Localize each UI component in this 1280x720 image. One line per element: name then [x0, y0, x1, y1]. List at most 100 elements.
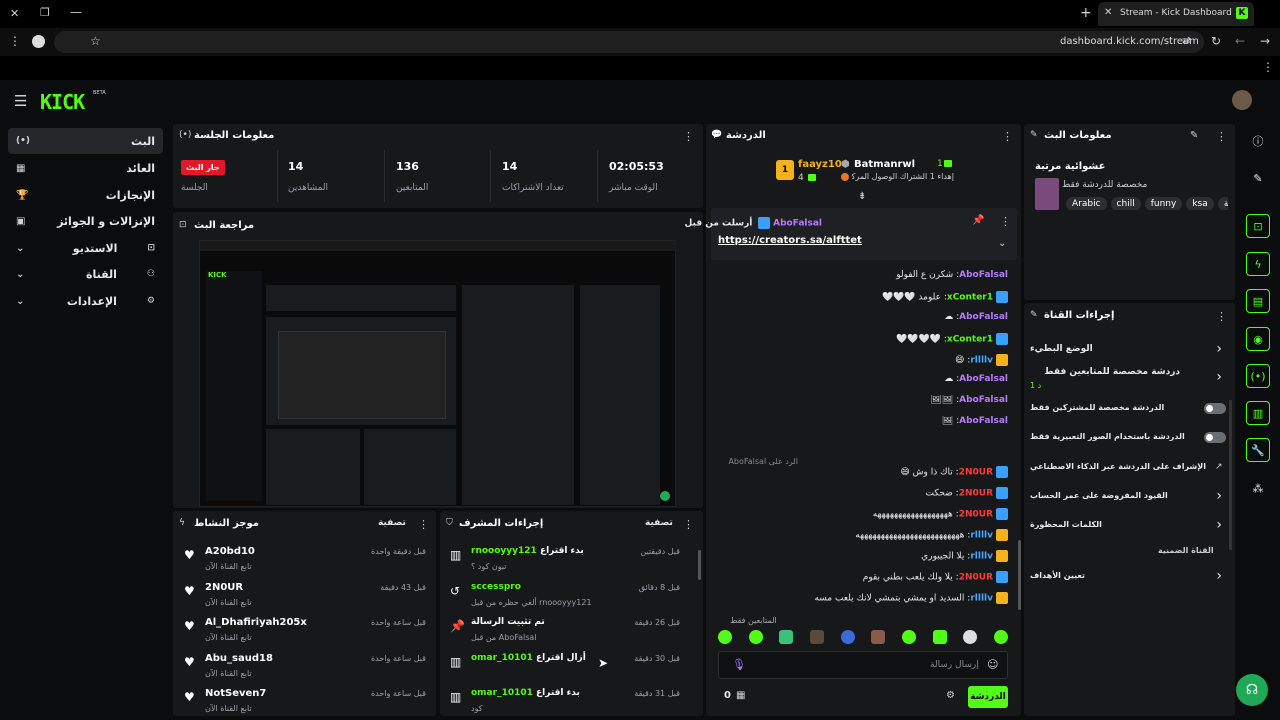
more-icon[interactable]: ⋮ — [1216, 310, 1227, 323]
chat-bubble-icon[interactable]: ◉ — [1246, 327, 1270, 351]
action-ai-moderation[interactable]: الإشراف على الدردشة عبر الذكاء الاصطناعي… — [1030, 462, 1226, 476]
chat-username[interactable]: AboFalsal — [959, 312, 1008, 322]
chat-scrollbar[interactable] — [1018, 540, 1021, 610]
active-tab[interactable]: ✕ Stream - Kick Dashboard K — [1098, 2, 1254, 26]
new-tab-icon[interactable]: + — [1080, 5, 1092, 21]
chevron-down-icon[interactable]: ⌄ — [998, 238, 1006, 249]
more-icon[interactable]: ⋮ — [1002, 130, 1013, 143]
support-headset-icon[interactable]: ☊ — [1236, 674, 1268, 706]
chat-username[interactable]: AboFalsal — [959, 374, 1008, 384]
filter-button[interactable]: تصفية — [378, 518, 406, 528]
emote-icon[interactable] — [963, 630, 978, 644]
more-icon[interactable]: ⋮ — [683, 130, 694, 143]
more-icon[interactable]: ⋮ — [1000, 215, 1011, 228]
activity-user[interactable]: Al_Dhafiriyah205x — [205, 617, 307, 628]
chat-username[interactable]: xConter1 — [947, 335, 993, 345]
emote-only-toggle[interactable] — [1204, 432, 1226, 443]
actions-scrollbar[interactable] — [1229, 400, 1232, 550]
menu-dots-icon[interactable]: ⋮ — [9, 34, 21, 48]
forward-icon[interactable]: ← — [1235, 34, 1245, 48]
tag[interactable]: ksa — [1186, 197, 1214, 210]
mod-action-item[interactable]: ▥ rnoooyyy121 بدء اقتراع تبون كود ؟ قبل دقي… — [446, 546, 694, 576]
sidebar-item-revenue[interactable]: ▦ العائد — [8, 155, 163, 181]
emote-icon[interactable] — [901, 630, 916, 644]
broadcast-icon[interactable]: (•) — [1246, 364, 1270, 388]
action-account-age[interactable]: القيود المفروضة على عمر الحساب › — [1030, 488, 1226, 505]
mod-user[interactable]: omar_10101 — [471, 688, 533, 698]
more-icon[interactable]: ⋮ — [1216, 130, 1227, 143]
emote-icon[interactable] — [932, 630, 947, 644]
mod-action-item[interactable]: ▥ omar_10101 بدء اقتراع كود قبل 31 دقيقة — [446, 688, 694, 718]
filter-button[interactable]: تصفية — [645, 518, 673, 528]
chat-username[interactable]: 2N0UR — [959, 489, 993, 499]
sidebar-item-achievements[interactable]: 🏆 الإنجازات — [8, 182, 163, 208]
tag[interactable]: Arabic — [1066, 197, 1107, 210]
chat-username[interactable]: 2N0UR — [959, 468, 993, 478]
chat-input-placeholder[interactable]: إرسال رسالة — [930, 660, 979, 670]
reload-icon[interactable]: ↻ — [1211, 34, 1221, 48]
close-window-icon[interactable]: ✕ — [10, 7, 19, 20]
layout-icon[interactable]: ▥ — [1246, 401, 1270, 425]
more-icon[interactable]: ⋮ — [683, 518, 694, 531]
kick-logo[interactable]: KICK — [40, 90, 85, 114]
chat-username[interactable]: rllllv — [970, 356, 993, 366]
lightning-icon[interactable]: ϟ — [1246, 252, 1270, 276]
action-subs-only[interactable]: الدردشة مخصصة للمشتركين فقط — [1030, 403, 1226, 417]
studio-icon[interactable]: ⊡ — [1246, 214, 1270, 238]
url-text[interactable]: dashboard.kick.com/stream — [1060, 36, 1199, 47]
avatar[interactable] — [1232, 90, 1252, 110]
activity-user[interactable]: A20bd10 — [205, 546, 255, 557]
restore-icon[interactable]: ❐ — [40, 6, 50, 19]
action-banned-words[interactable]: الكلمات المحظورة › — [1030, 517, 1226, 534]
sidebar-item-drops[interactable]: ▣ الإنزالات و الجوائز — [8, 208, 163, 234]
pin-icon[interactable]: 📌 — [972, 215, 984, 226]
chat-username[interactable]: rllllv — [970, 531, 993, 541]
back-icon[interactable]: → — [1260, 34, 1270, 48]
info-icon[interactable]: ⓘ — [1246, 129, 1270, 153]
tag[interactable]: chill — [1110, 197, 1141, 210]
chat-username[interactable]: AboFalsal — [959, 395, 1008, 405]
mod-action-item[interactable]: ↺ sccesspro ألغي حظره من قبل rnoooyyy121 ق… — [446, 582, 694, 612]
pinned-by[interactable]: AboFalsal — [773, 219, 822, 229]
sidebar-item-stream[interactable]: (•) البث — [8, 128, 163, 154]
overflow-dots-icon[interactable]: ⋮ — [1262, 60, 1274, 74]
chat-username[interactable]: rllllv — [970, 552, 993, 562]
activity-user[interactable]: Abu_saud18 — [205, 653, 273, 664]
activity-user[interactable]: 2N0UR — [205, 582, 243, 593]
chat-username[interactable]: AboFalsal — [959, 416, 1008, 426]
supporter-name[interactable]: faayz10 — [798, 159, 842, 170]
site-settings-icon[interactable]: ⇄ — [1182, 34, 1191, 47]
subs-only-toggle[interactable] — [1204, 403, 1226, 414]
emote-icon[interactable] — [809, 630, 824, 644]
tools-icon[interactable]: 🔧 — [1246, 438, 1270, 462]
mic-icon[interactable]: 🎙 — [732, 658, 746, 671]
close-tab-icon[interactable]: ✕ — [1104, 7, 1112, 18]
profile-icon[interactable] — [32, 35, 45, 48]
bookmark-star-icon[interactable]: ☆ — [90, 34, 101, 48]
more-icon[interactable]: ⋮ — [418, 518, 429, 531]
collapse-icon[interactable]: ⇟ — [858, 191, 866, 202]
stream-video-preview[interactable]: KICK — [199, 240, 677, 507]
chat-username[interactable]: AboFalsal — [959, 270, 1008, 280]
chat-username[interactable]: 2N0UR — [959, 510, 993, 520]
mod-action-item[interactable]: ▥ omar_10101 أزال اقتراع قبل 30 دقيقة — [446, 653, 694, 683]
sidebar-item-settings[interactable]: ⌄ الإعدادات ⚙ — [8, 288, 163, 314]
action-emote-only[interactable]: الدردشة باستخدام الصور التعبيرية فقط — [1030, 432, 1226, 446]
url-bar[interactable] — [54, 31, 1204, 53]
edit-icon[interactable]: ✎ — [1246, 166, 1270, 190]
activity-item[interactable]: ♥ NotSeven7 تابع القناة الآن قبل ساعة واحدة — [180, 688, 428, 718]
hamburger-menu-icon[interactable]: ☰ — [14, 92, 27, 110]
emote-icon[interactable] — [748, 630, 763, 644]
activity-item[interactable]: ♥ A20bd10 تابع القناة الآن قبل دقيقة واحدة — [180, 546, 428, 576]
sidebar-item-channel[interactable]: ⌄ القناة ⚇ — [8, 261, 163, 287]
emote-icon[interactable] — [840, 630, 855, 644]
chat-username[interactable]: xConter1 — [947, 293, 993, 303]
sidebar-item-studio[interactable]: ⌄ الاستديو ⊡ — [8, 235, 163, 261]
mod-scrollbar[interactable] — [698, 550, 701, 580]
tag[interactable]: funny — [1144, 197, 1183, 210]
activity-item[interactable]: ♥ Abu_saud18 تابع القناة الآن قبل ساعة واحد… — [180, 653, 428, 683]
share-icon[interactable]: ⁂ — [1246, 476, 1270, 500]
action-followers-only[interactable]: دردشة مخصصة للمتابعين فقط 1 د › — [1030, 367, 1226, 393]
emote-icon[interactable] — [871, 630, 886, 644]
mod-user[interactable]: rnoooyyy121 — [471, 546, 537, 556]
